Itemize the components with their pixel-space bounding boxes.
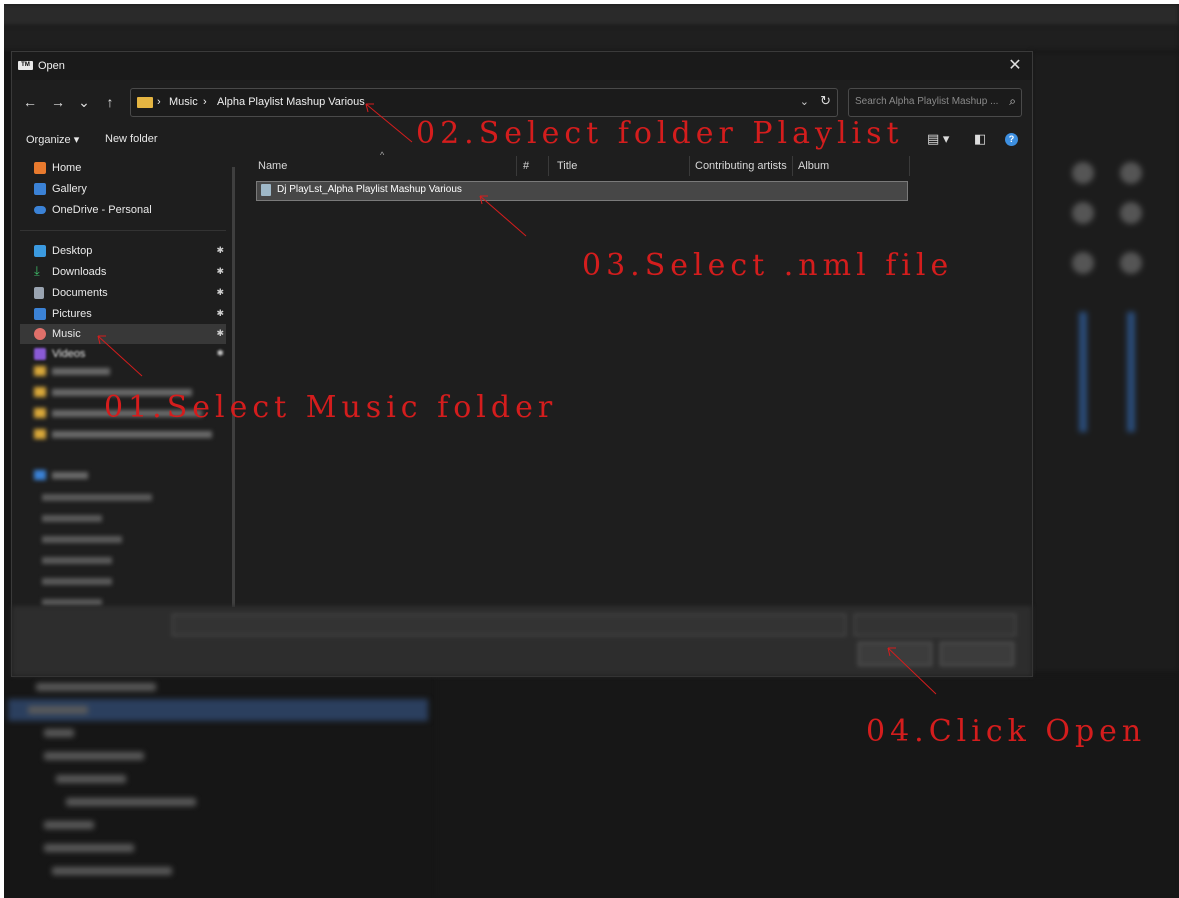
screen-left-edge <box>0 0 4 898</box>
breadcrumb-separator-icon: › <box>203 96 207 108</box>
column-header-number[interactable]: # <box>523 154 529 178</box>
sidebar-item-label: Videos <box>52 348 86 360</box>
background-title-bar <box>0 4 1179 26</box>
sidebar-item-label: Downloads <box>52 266 107 278</box>
sidebar-item-label: Desktop <box>52 245 93 257</box>
search-icon: ⌕ <box>1009 94 1016 108</box>
annotation-step3: 03.Select .nml file <box>582 248 954 283</box>
sidebar-item-music[interactable]: Music ✱ <box>20 324 226 344</box>
file-type-filter[interactable] <box>854 614 1016 636</box>
background-mixer-panel <box>1032 52 1179 672</box>
sidebar-item-label: Music <box>52 328 81 340</box>
sidebar-item-desktop[interactable]: Desktop ✱ <box>20 241 226 261</box>
dialog-title-bar: TM Open ✕ <box>12 52 1032 80</box>
pin-icon: ✱ <box>216 245 224 255</box>
new-folder-button[interactable]: New folder <box>105 133 158 145</box>
sidebar-item-downloads[interactable]: ⤓ Downloads ✱ <box>20 262 226 282</box>
column-divider <box>548 156 549 176</box>
organize-button[interactable]: Organize ▾ <box>26 133 79 146</box>
sidebar-item-label: OneDrive - Personal <box>52 204 152 216</box>
sidebar-item-documents[interactable]: Documents ✱ <box>20 283 226 303</box>
dialog-title: Open <box>38 60 65 72</box>
sidebar-scrollbar[interactable] <box>232 167 235 607</box>
sidebar-item-label: Pictures <box>52 308 92 320</box>
search-placeholder: Search Alpha Playlist Mashup ... <box>855 96 999 107</box>
address-bar[interactable]: › Music › Alpha Playlist Mashup Various … <box>130 88 838 117</box>
column-header-title[interactable]: Title <box>557 154 577 178</box>
cancel-button[interactable] <box>940 642 1014 666</box>
app-icon: TM <box>18 61 33 70</box>
pin-icon: ✱ <box>216 348 224 358</box>
close-button[interactable]: ✕ <box>1004 56 1026 76</box>
sidebar-item-home[interactable]: Home <box>20 158 226 178</box>
sidebar-item-onedrive[interactable]: OneDrive - Personal <box>20 200 226 220</box>
file-list: ^ Name # Title Contributing artists Albu… <box>252 150 1032 606</box>
cloud-icon <box>34 206 46 214</box>
sidebar-item-label: Documents <box>52 287 108 299</box>
annotation-step1: 01.Select Music folder <box>104 390 558 425</box>
breadcrumb-current-folder[interactable]: Alpha Playlist Mashup Various <box>217 96 365 108</box>
gallery-icon <box>34 183 46 195</box>
pin-icon: ✱ <box>216 328 224 338</box>
desktop-icon <box>34 245 46 257</box>
sidebar-item-label: Home <box>52 162 82 174</box>
sort-ascending-icon: ^ <box>380 150 385 160</box>
breadcrumb-music[interactable]: Music <box>169 96 198 108</box>
home-icon <box>34 162 46 174</box>
preview-pane-icon[interactable]: ◧ <box>974 131 986 147</box>
refresh-icon[interactable]: ↻ <box>820 93 831 109</box>
folder-icon <box>137 97 153 108</box>
pin-icon: ✱ <box>216 287 224 297</box>
pictures-icon <box>34 308 46 320</box>
background-lower-panel <box>436 676 1179 898</box>
file-row[interactable]: Dj PlayLst_Alpha Playlist Mashup Various <box>256 181 908 201</box>
column-header-name[interactable]: Name <box>258 154 287 178</box>
file-name-panel <box>12 606 1032 676</box>
annotation-step4: 04.Click Open <box>866 714 1147 749</box>
download-icon: ⤓ <box>34 263 40 278</box>
column-divider <box>516 156 517 176</box>
recent-locations-button[interactable]: ⌄ <box>74 92 94 112</box>
breadcrumb-separator-icon: › <box>157 96 161 108</box>
column-divider <box>909 156 910 176</box>
sidebar-item-videos[interactable]: Videos ✱ <box>20 344 226 364</box>
search-box[interactable]: Search Alpha Playlist Mashup ... ⌕ <box>848 88 1022 117</box>
screen-top-edge <box>0 0 1179 4</box>
sidebar-item-pictures[interactable]: Pictures ✱ <box>20 304 226 324</box>
up-button[interactable]: ↑ <box>100 92 120 112</box>
annotation-step2: 02.Select folder Playlist <box>416 116 904 151</box>
column-header-artists[interactable]: Contributing artists <box>695 154 787 178</box>
sidebar-item-gallery[interactable]: Gallery <box>20 179 226 199</box>
music-icon <box>34 328 46 340</box>
sidebar-item-label: Gallery <box>52 183 87 195</box>
pin-icon: ✱ <box>216 266 224 276</box>
file-name: Dj PlayLst_Alpha Playlist Mashup Various <box>277 184 462 195</box>
videos-icon <box>34 348 46 360</box>
address-dropdown-icon[interactable]: ⌄ <box>800 95 809 108</box>
forward-button[interactable]: → <box>48 92 68 112</box>
pin-icon: ✱ <box>216 308 224 318</box>
file-icon <box>261 184 271 196</box>
sidebar-divider <box>20 230 226 231</box>
open-button[interactable] <box>858 642 932 666</box>
file-name-input[interactable] <box>172 614 846 636</box>
view-options-icon[interactable]: ▤ ▾ <box>927 131 949 147</box>
column-header-album[interactable]: Album <box>798 154 829 178</box>
column-divider <box>792 156 793 176</box>
help-icon[interactable]: ? <box>1005 133 1018 146</box>
back-button[interactable]: ← <box>20 92 40 112</box>
background-tree <box>8 676 428 898</box>
document-icon <box>34 287 44 299</box>
navigation-pane: Home Gallery OneDrive - Personal Desktop… <box>12 154 244 606</box>
column-divider <box>689 156 690 176</box>
background-menu-bar <box>0 26 1179 50</box>
